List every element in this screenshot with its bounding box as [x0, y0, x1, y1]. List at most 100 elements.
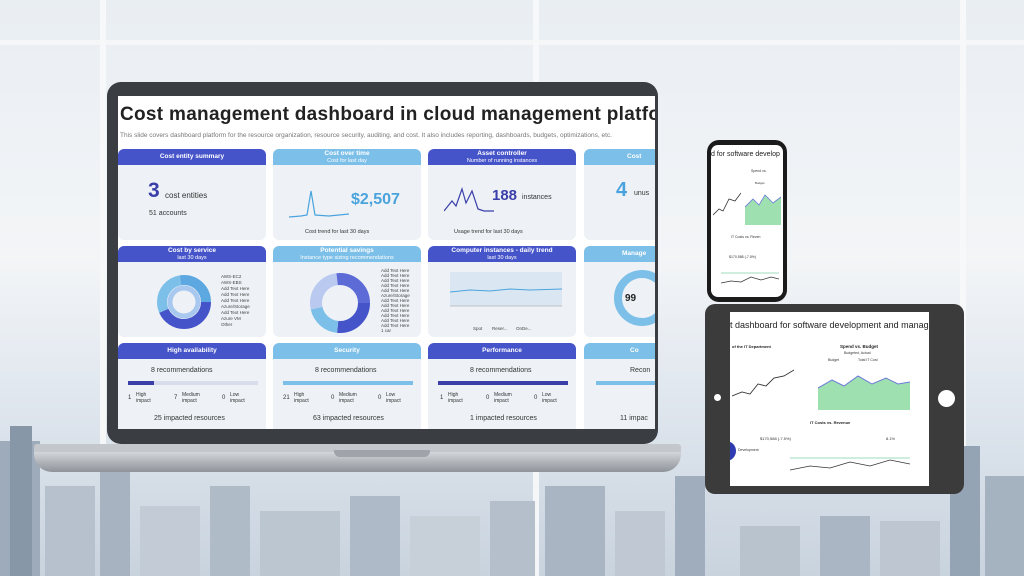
recommendations-count: 8 recommendations	[315, 367, 377, 374]
card-header: Computer instances - daily trend last 30…	[428, 246, 576, 262]
low-label: Low impact	[386, 392, 401, 404]
tablet-bottom-title: IT Costs vs. Revenue	[810, 420, 851, 425]
high-count: 21	[283, 395, 290, 401]
tablet-bottom-chart	[790, 457, 910, 471]
low-count: 0	[534, 395, 538, 401]
card-title: High availability	[167, 347, 217, 354]
legend-item: 1 car	[381, 328, 392, 333]
tablet-title: t dashboard for software development and…	[730, 320, 929, 330]
usage-sparkline	[444, 187, 494, 212]
cost-entity-card[interactable]: Cost entity summary 3 cost entities 51 a…	[118, 149, 266, 240]
phone-figure: $170,588 (-7.5%)	[729, 255, 757, 259]
performance-card[interactable]: Performance 8 recommendations 1 High imp…	[428, 343, 576, 429]
high-count: 1	[440, 395, 444, 401]
low-count: 0	[378, 395, 382, 401]
phone-bottom-chart	[721, 272, 779, 284]
usage-caption: Usage trend for last 30 days	[454, 229, 523, 235]
tablet-home-button[interactable]	[938, 390, 955, 407]
card-title: Cost over time	[324, 150, 370, 157]
legend-spot: Spot	[473, 326, 483, 331]
card-title: Cost entity summary	[159, 153, 225, 160]
card-title: Potential savings	[320, 247, 374, 254]
tablet-figure-right: 8.1%	[886, 436, 896, 441]
dashboard-subtitle: This slide covers dashboard platform for…	[120, 132, 612, 139]
legend-reserved: Reser...	[492, 326, 508, 331]
card-header: Potential savings Instance type sizing r…	[273, 246, 421, 262]
high-label: High impact	[448, 392, 463, 404]
potential-savings-donut	[310, 273, 370, 333]
card-header: Security	[273, 343, 421, 359]
card-subtitle: Instance type sizing recommendations	[300, 254, 394, 261]
cost-trend-caption: Cost trend for last 30 days	[305, 229, 370, 235]
card-subtitle: Number of running instances	[466, 157, 538, 164]
medium-count: 7	[174, 395, 178, 401]
card-title: Manage	[622, 250, 647, 257]
impact-bar-fill	[438, 381, 568, 385]
computer-instances-card[interactable]: Computer instances - daily trend last 30…	[428, 246, 576, 337]
card-title: Cost	[627, 153, 642, 160]
low-label: Low impact	[542, 392, 557, 404]
card-header: Cost over time Cost for last day	[273, 149, 421, 165]
card-title: Computer instances - daily trend	[451, 247, 553, 254]
impacted-resources: 25 impacted resources	[154, 415, 225, 422]
potential-savings-card[interactable]: Potential savings Instance type sizing r…	[273, 246, 421, 337]
manage-partial-card[interactable]: Manage 99	[584, 246, 655, 337]
cost-recommendations-partial-card[interactable]: Co Recon 11 impac	[584, 343, 655, 429]
impacted-resources: 1 impacted resources	[470, 415, 537, 422]
impacted-resources: 63 impacted resources	[313, 415, 384, 422]
tablet-area-chart	[818, 375, 910, 410]
card-subtitle: last 30 days	[177, 254, 207, 261]
phone-title: d for software develop	[711, 151, 780, 158]
card-header: Co	[584, 343, 655, 359]
dashboard-title: Cost management dashboard in cloud manag…	[120, 104, 655, 125]
tablet-chart-title: Spend vs. Budget	[840, 344, 879, 349]
card-header: Manage	[584, 246, 655, 262]
unused-label: unus	[634, 190, 650, 197]
medium-label: Medium impact	[494, 392, 512, 404]
tablet-donut	[730, 441, 736, 461]
tablet-chart-subtitle: Budgeted, Actual	[844, 351, 871, 355]
manage-value: 99	[625, 293, 637, 304]
phone-line-chart	[713, 192, 741, 216]
cost-over-time-card[interactable]: Cost over time Cost for last day $2,507 …	[273, 149, 421, 240]
accounts-count: 51 accounts	[149, 210, 187, 217]
tablet-line-chart	[732, 369, 795, 397]
card-title: Performance	[482, 347, 522, 354]
security-card[interactable]: Security 8 recommendations 21 High impac…	[273, 343, 421, 429]
phone-area-chart	[745, 194, 781, 225]
cost-partial-card[interactable]: Cost 4 unus	[584, 149, 655, 240]
cost-entity-count: 3	[148, 179, 160, 202]
card-header: Cost entity summary	[118, 149, 266, 165]
card-header: Performance	[428, 343, 576, 359]
card-title: Security	[334, 347, 360, 354]
cost-by-service-donut	[157, 275, 211, 329]
instance-label: instances	[522, 194, 552, 201]
cost-by-service-card[interactable]: Cost by service last 30 days AWS-EC2 AWS…	[118, 246, 266, 337]
tablet-development-label: Development	[738, 448, 759, 452]
impact-bar-track	[596, 381, 655, 385]
impact-bar-track	[283, 381, 413, 385]
impacted-resources: 11 impac	[620, 415, 648, 422]
legend-ondemand: OnDe...	[516, 326, 532, 331]
asset-controller-card[interactable]: Asset controller Number of running insta…	[428, 149, 576, 240]
high-availability-card[interactable]: High availability 8 recommendations 1 Hi…	[118, 343, 266, 429]
tablet-section-left: of the IT Department	[732, 344, 771, 349]
tablet-screen: t dashboard for software development and…	[730, 312, 929, 486]
card-title: Asset controller	[477, 150, 527, 157]
unused-count: 4	[616, 179, 628, 201]
high-count: 1	[128, 395, 132, 401]
medium-label: Medium impact	[182, 392, 200, 404]
cost-value: $2,507	[351, 191, 400, 208]
phone-screen: d for software develop Spend vs. Budget …	[711, 145, 783, 297]
tablet-legend-budget: Budget	[828, 358, 840, 362]
cost-trend-sparkline	[289, 190, 349, 218]
cost-entity-label: cost entities	[165, 191, 208, 200]
impact-bar-fill	[128, 381, 154, 385]
recommendations-count: 8 recommendations	[470, 367, 532, 374]
tablet-legend-total: Total IT Cost	[858, 358, 878, 362]
medium-count: 0	[486, 395, 490, 401]
low-count: 0	[222, 395, 226, 401]
card-header: Asset controller Number of running insta…	[428, 149, 576, 165]
instance-count: 188	[492, 187, 518, 204]
high-label: High impact	[136, 392, 151, 404]
